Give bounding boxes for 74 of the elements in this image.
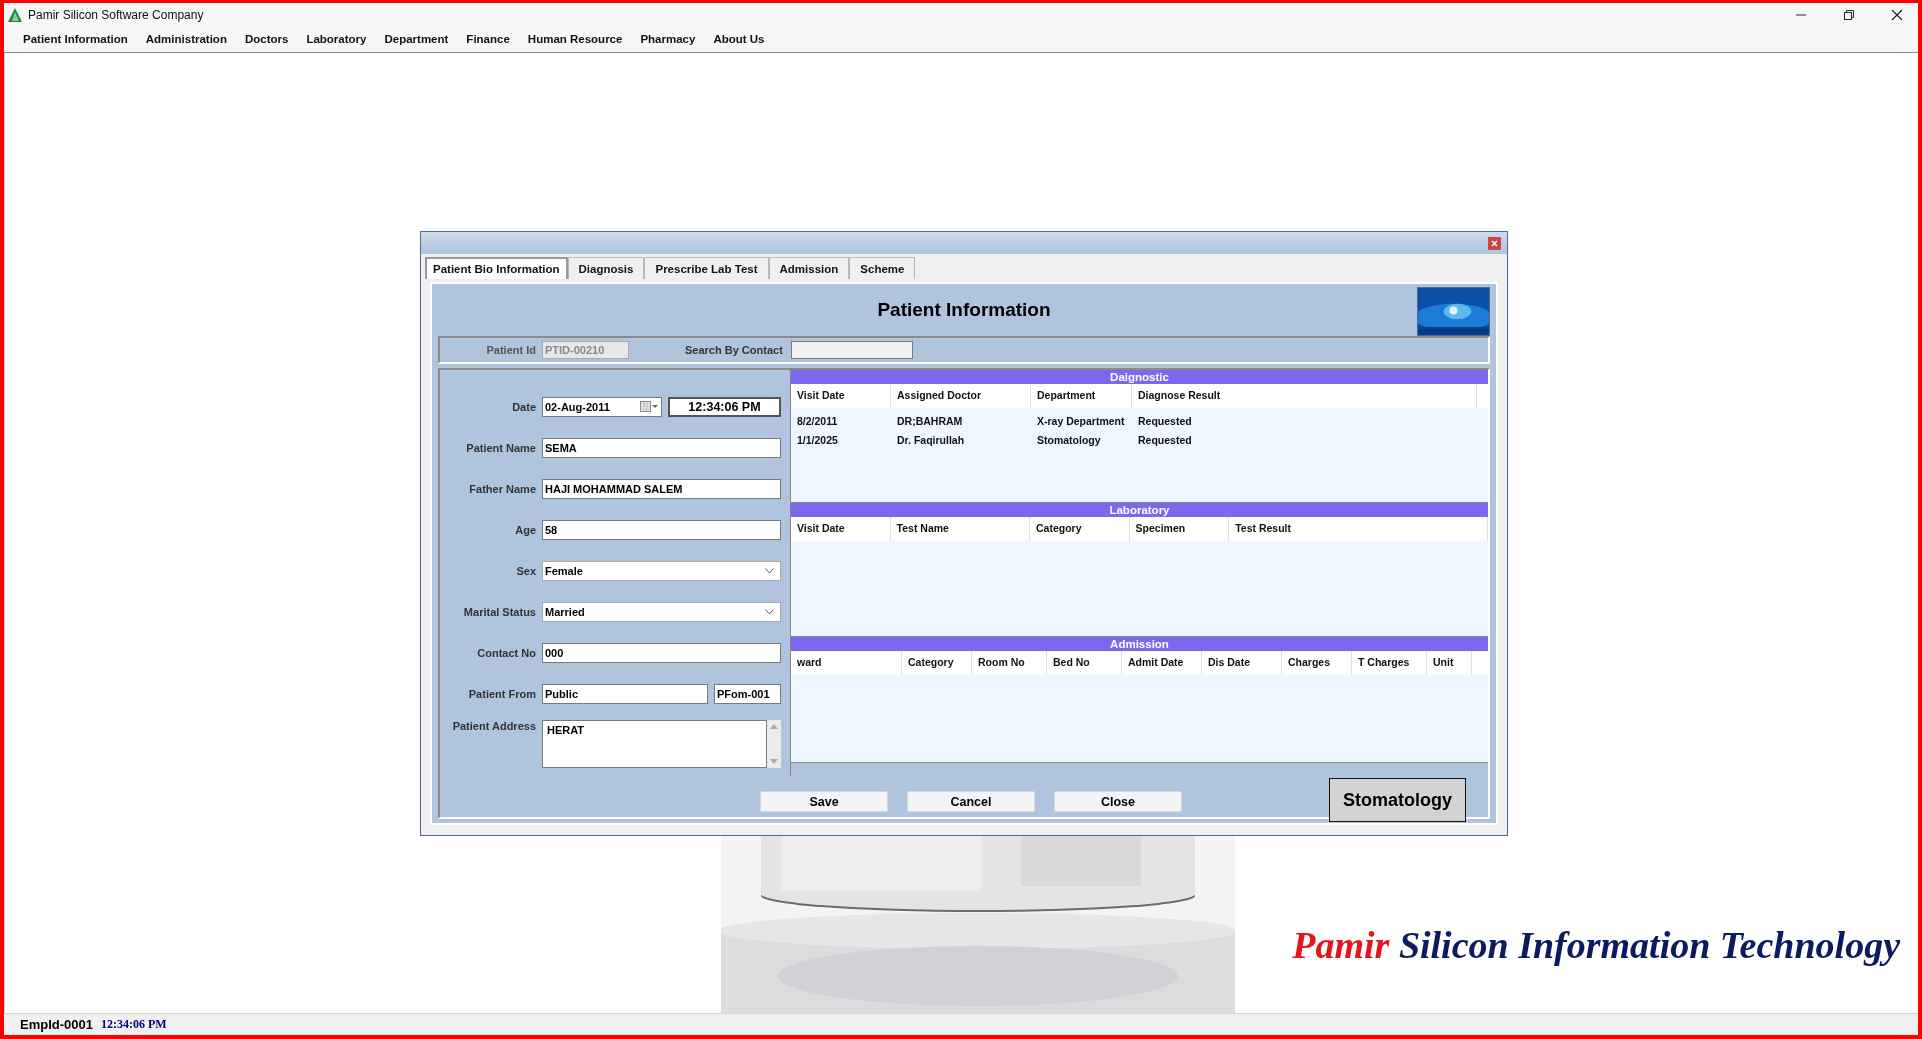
column-header[interactable]: T Charges [1352,651,1427,675]
grid-title: Admission [791,637,1488,651]
tab[interactable]: Scheme [849,257,916,279]
text-field[interactable]: Public [542,683,708,704]
table-cell-text: 8/2/2011 [796,414,839,427]
company-logo-text: Pamir Silicon Information Technology [1292,923,1900,967]
column-header[interactable]: Admit Date [1122,651,1202,675]
table-cell-text: Stomatology [1036,433,1102,446]
column-header[interactable]: Test Name [890,517,1030,541]
table-cell-text: Dr. Faqirullah [896,433,966,446]
action-button[interactable]: Save [760,791,888,812]
column-header[interactable]: Category [902,651,972,675]
column-header[interactable]: Test Result [1229,517,1488,541]
field-label: Sex [515,564,536,577]
form-heading: Patient Information [877,299,1051,321]
status-time: 12:34:06 PM [101,1017,167,1032]
tab[interactable]: Patient Bio Information [425,257,568,279]
table-cell-text: 1/1/2025 [796,433,839,446]
table-cell-text: X-ray Department [1036,414,1126,427]
dropdown[interactable]: Married [542,601,781,622]
text-field[interactable]: 58 [542,519,781,540]
column-header[interactable]: Category [1030,517,1130,541]
field-label: Age [514,523,536,536]
menu-item[interactable]: Laboratory [297,33,376,45]
column-header[interactable]: Diagnose Result [1132,384,1477,408]
menu-item[interactable]: Department [375,33,458,45]
field-label: Marital Status [462,605,536,618]
column-header[interactable]: Visit Date [791,517,891,541]
grid-title: Daignostic [791,370,1488,384]
column-header[interactable]: Bed No [1047,651,1122,675]
menu-item[interactable]: About Us [704,33,774,45]
date-picker[interactable]: 02-Aug-2011 [542,396,662,417]
field-label: Patient Name [465,441,536,454]
action-button[interactable]: Cancel [907,791,1035,812]
field-label: Search By Contact [685,344,783,356]
column-header[interactable]: Room No [972,651,1047,675]
menu-item[interactable]: Doctors [235,33,298,45]
menu-item[interactable]: Human Resource [518,33,632,45]
field-label: Patient Address [451,720,536,732]
table-cell-text: DR;BAHRAM [896,414,964,427]
column-header[interactable]: Specimen [1129,517,1230,541]
menu-item[interactable]: Patient Information [14,33,137,45]
tab[interactable]: Prescribe Lab Test [644,257,769,279]
column-header[interactable]: Department [1031,384,1132,408]
dropdown[interactable]: Female [542,560,781,581]
column-header[interactable]: Visit Date [791,384,891,408]
menu-item[interactable]: Administration [136,33,236,45]
text-field[interactable]: HAJI MOHAMMAD SALEM [542,478,781,499]
column-header[interactable]: ward [791,651,902,675]
tab[interactable]: Diagnosis [567,257,645,279]
field-label: Patient Id [485,344,536,356]
text-field[interactable]: 000 [542,642,781,663]
field-label: Patient From [467,687,536,700]
column-header[interactable]: Charges [1282,651,1352,675]
address-field[interactable]: HERAT [542,720,767,768]
menu-item[interactable]: Pharmacy [631,33,705,45]
table-cell-text: Requested [1137,414,1193,427]
time-field: 12:34:06 PM [668,396,781,417]
column-header[interactable]: Dis Date [1202,651,1282,675]
tab[interactable]: Admission [768,257,850,279]
menu-item[interactable]: Finance [457,33,519,45]
text-field[interactable]: SEMA [542,437,781,458]
window-title: Pamir Silicon Software Company [28,7,204,22]
text-field[interactable]: PFom-001 [714,683,781,704]
employee-id: EmpId-0001 [20,1017,93,1032]
department-button[interactable]: Stomatology [1329,778,1466,822]
table-cell-text: Requested [1137,433,1193,446]
column-header[interactable]: Unit [1427,651,1472,675]
field-label: Date [511,400,536,413]
action-button[interactable]: Close [1054,791,1182,812]
field-label: Contact No [476,646,536,659]
field-label: Father Name [468,482,536,495]
column-header[interactable]: Assigned Doctor [891,384,1031,408]
grid-title: Laboratory [791,503,1488,517]
